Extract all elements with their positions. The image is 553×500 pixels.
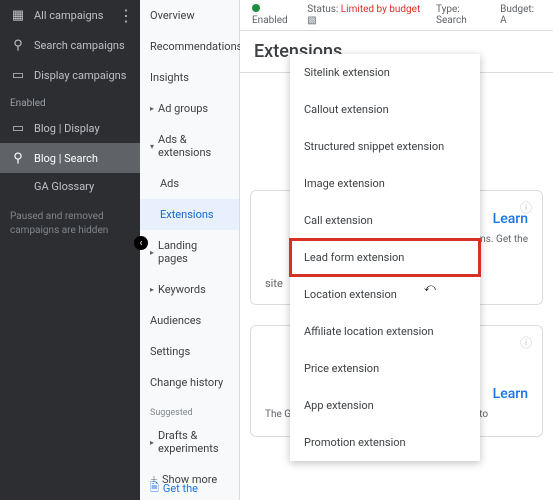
enabled-status: Enabled [252,4,297,26]
sidebar-hint: Paused and removed campaigns are hidden [0,200,140,248]
opt-callout[interactable]: Callout extension [290,91,480,128]
sidebar-label: Blog | Search [34,152,98,165]
chevron-right-icon: ▸ [150,285,154,294]
info-icon[interactable]: ⓘ [520,199,532,216]
status-bar: Enabled Status: Limited by budget ▧ Type… [240,0,553,31]
budget-field: Budget: A [500,4,541,26]
info-icon[interactable]: ⓘ [520,334,532,351]
nav-ad-groups[interactable]: ▸Ad groups [140,93,239,124]
display-icon: ▭ [10,67,26,83]
nav-ads-extensions[interactable]: ▾Ads & extensions [140,124,239,168]
opt-app[interactable]: App extension [290,387,480,424]
chevron-right-icon: ▸ [150,104,154,113]
opt-structured-snippet[interactable]: Structured snippet extension [290,128,480,165]
opt-lead-form[interactable]: Lead form extension [290,239,480,276]
nav-insights[interactable]: Insights [140,62,239,93]
sidebar-label: Display campaigns [34,69,126,82]
chevron-right-icon: ▸ [150,438,154,447]
sidebar-label: Blog | Display [34,122,100,135]
search-icon: ⚲ [10,37,26,53]
status-field: Status: Limited by budget ▧ [307,4,426,26]
collapse-handle-icon[interactable]: ‹ [134,236,148,250]
learn-link[interactable]: Learn [493,386,528,402]
enabled-section-label: Enabled [0,90,140,113]
display-icon: ▭ [10,120,26,136]
sidebar-blog-search[interactable]: ⚲ Blog | Search [0,143,140,173]
nav-extensions[interactable]: Extensions [140,199,239,230]
opt-price[interactable]: Price extension [290,350,480,387]
sidebar-display-campaigns[interactable]: ▭ Display campaigns [0,60,140,90]
type-field: Type: Search [436,4,490,26]
nav-settings[interactable]: Settings [140,336,239,367]
nav-overview[interactable]: Overview [140,0,239,31]
chevron-down-icon: ▾ [150,142,154,151]
search-icon: ⚲ [10,150,26,166]
get-the-link[interactable]: 🗎 Get the [150,479,198,498]
sidebar-search-campaigns[interactable]: ⚲ Search campaigns [0,30,140,60]
nav-drafts-experiments[interactable]: ▸Drafts & experiments [140,420,239,464]
suggested-label: Suggested [140,398,239,420]
grid-icon: ▦ [10,7,26,23]
opt-call[interactable]: Call extension [290,202,480,239]
status-dot-icon [252,4,260,12]
sidebar-blog-display[interactable]: ▭ Blog | Display [0,113,140,143]
chevron-right-icon: ▸ [150,248,154,257]
nav-landing-pages[interactable]: ▸Landing pages [140,230,239,274]
opt-affiliate-location[interactable]: Affiliate location extension [290,313,480,350]
sidebar-label: All campaigns [34,9,103,22]
sidebar-label: GA Glossary [34,180,94,193]
opt-sitelink[interactable]: Sitelink extension [290,54,480,91]
nav-ads[interactable]: Ads [140,168,239,199]
sidebar-ga-glossary[interactable]: GA Glossary [0,173,140,200]
opt-image[interactable]: Image extension [290,165,480,202]
nav-keywords[interactable]: ▸Keywords [140,274,239,305]
nav-recommendations[interactable]: Recommendations [140,31,239,62]
cursor-icon: ⤺ [424,281,436,295]
opt-location[interactable]: Location extension [290,276,480,313]
nav-audiences[interactable]: Audiences [140,305,239,336]
nav-change-history[interactable]: Change history [140,367,239,398]
doc-icon: 🗎 [150,479,159,498]
chart-icon[interactable]: ▧ [307,15,316,26]
opt-promotion[interactable]: Promotion extension [290,424,480,461]
more-menu-icon[interactable]: ⋮ [118,6,134,25]
extension-type-dropdown: Sitelink extension Callout extension Str… [290,54,480,461]
sidebar-label: Search campaigns [34,39,125,52]
